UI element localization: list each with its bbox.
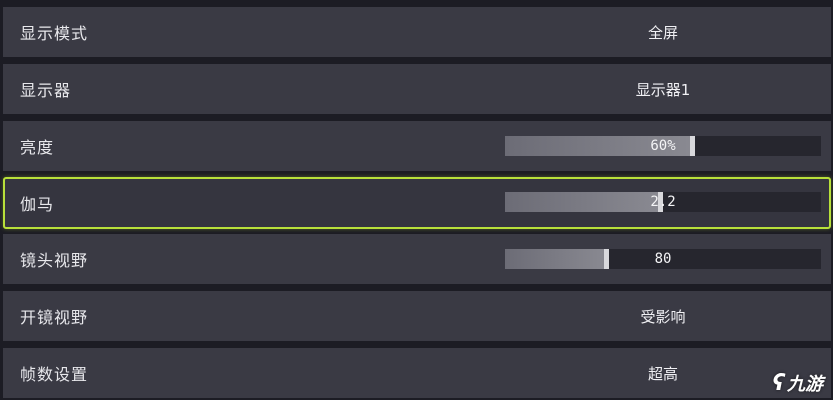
setting-label: 显示模式 bbox=[20, 24, 89, 43]
slider-value: 80 bbox=[654, 251, 672, 267]
setting-row-brightness[interactable]: 亮度 60% bbox=[3, 121, 831, 171]
gamma-slider[interactable]: 2.2 bbox=[505, 192, 821, 212]
setting-row-camera-fov[interactable]: 镜头视野 80 bbox=[3, 234, 831, 284]
setting-label: 帧数设置 bbox=[20, 365, 89, 384]
display-mode-select[interactable]: 全屏 bbox=[505, 7, 821, 57]
setting-label: 伽马 bbox=[20, 195, 55, 214]
jiuyou-logo-icon: ʕ bbox=[772, 370, 785, 396]
setting-label: 开镜视野 bbox=[20, 308, 89, 327]
brightness-slider[interactable]: 60% bbox=[505, 136, 821, 156]
setting-row-frame-rate[interactable]: 帧数设置 超高 bbox=[3, 348, 831, 398]
setting-label: 镜头视野 bbox=[20, 251, 89, 270]
monitor-select[interactable]: 显示器1 bbox=[505, 64, 821, 114]
setting-row-gamma[interactable]: 伽马 2.2 bbox=[3, 177, 831, 229]
settings-panel: 显示模式 全屏 显示器 显示器1 亮度 60% 伽马 2.2 镜头视野 80 开… bbox=[0, 0, 833, 400]
watermark: ʕ 九游 bbox=[772, 370, 823, 396]
camera-fov-slider[interactable]: 80 bbox=[505, 249, 821, 269]
setting-label: 显示器 bbox=[20, 81, 72, 100]
setting-row-display-mode[interactable]: 显示模式 全屏 bbox=[3, 7, 831, 57]
setting-label: 亮度 bbox=[20, 138, 55, 157]
watermark-text: 九游 bbox=[787, 374, 823, 395]
slider-value: 60% bbox=[650, 138, 676, 154]
setting-row-monitor[interactable]: 显示器 显示器1 bbox=[3, 64, 831, 114]
ads-fov-select[interactable]: 受影响 bbox=[505, 291, 821, 341]
setting-row-ads-fov[interactable]: 开镜视野 受影响 bbox=[3, 291, 831, 341]
slider-value: 2.2 bbox=[650, 194, 676, 210]
